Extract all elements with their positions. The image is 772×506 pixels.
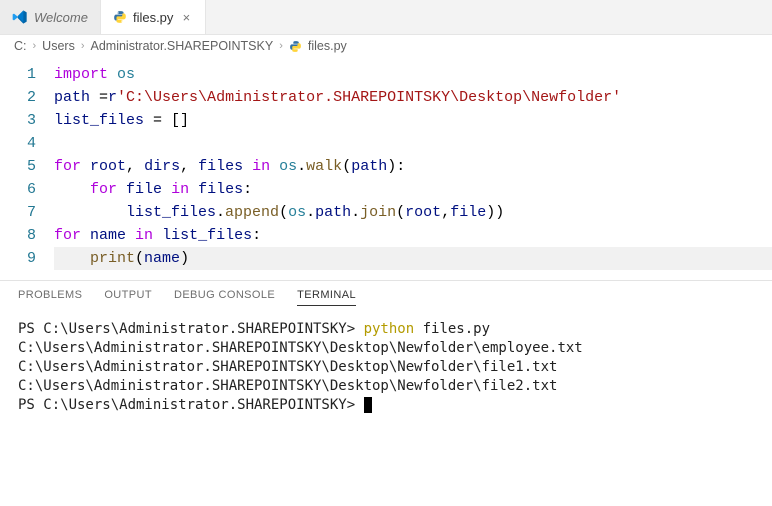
breadcrumb-file[interactable]: files.py xyxy=(308,39,347,53)
code-line[interactable] xyxy=(54,132,772,155)
line-number: 5 xyxy=(0,155,36,178)
panel-tab-bar: PROBLEMS OUTPUT DEBUG CONSOLE TERMINAL xyxy=(0,280,772,310)
chevron-right-icon: › xyxy=(81,40,85,52)
line-gutter: 123456789 xyxy=(0,63,54,270)
code-editor[interactable]: 123456789 import ospath =r'C:\Users\Admi… xyxy=(0,57,772,280)
code-area[interactable]: import ospath =r'C:\Users\Administrator.… xyxy=(54,63,772,270)
panel-tab-debug-console[interactable]: DEBUG CONSOLE xyxy=(174,289,275,306)
terminal-line: PS C:\Users\Administrator.SHAREPOINTSKY>… xyxy=(18,320,754,339)
panel-tab-problems[interactable]: PROBLEMS xyxy=(18,289,82,306)
line-number: 3 xyxy=(0,109,36,132)
vscode-icon xyxy=(12,9,28,25)
terminal-line: C:\Users\Administrator.SHAREPOINTSKY\Des… xyxy=(18,377,754,396)
code-line[interactable]: list_files = [] xyxy=(54,109,772,132)
terminal-line: C:\Users\Administrator.SHAREPOINTSKY\Des… xyxy=(18,358,754,377)
line-number: 4 xyxy=(0,132,36,155)
tab-welcome[interactable]: Welcome xyxy=(0,0,101,34)
line-number: 6 xyxy=(0,178,36,201)
terminal-line: PS C:\Users\Administrator.SHAREPOINTSKY> xyxy=(18,396,754,415)
code-line[interactable]: list_files.append(os.path.join(root,file… xyxy=(54,201,772,224)
tab-bar: Welcome files.py × xyxy=(0,0,772,35)
line-number: 8 xyxy=(0,224,36,247)
chevron-right-icon: › xyxy=(33,40,37,52)
close-icon[interactable]: × xyxy=(179,10,193,25)
code-line[interactable]: import os xyxy=(54,63,772,86)
terminal-line: C:\Users\Administrator.SHAREPOINTSKY\Des… xyxy=(18,339,754,358)
line-number: 1 xyxy=(0,63,36,86)
panel-tab-terminal[interactable]: TERMINAL xyxy=(297,289,356,306)
breadcrumb-segment[interactable]: Users xyxy=(42,39,75,53)
code-line[interactable]: print(name) xyxy=(54,247,772,270)
breadcrumb-segment[interactable]: Administrator.SHAREPOINTSKY xyxy=(91,39,274,53)
tab-label: files.py xyxy=(133,10,173,25)
terminal[interactable]: PS C:\Users\Administrator.SHAREPOINTSKY>… xyxy=(0,310,772,425)
python-icon xyxy=(289,40,302,53)
python-icon xyxy=(113,10,127,24)
chevron-right-icon: › xyxy=(279,40,283,52)
panel-tab-output[interactable]: OUTPUT xyxy=(104,289,152,306)
tab-files-py[interactable]: files.py × xyxy=(101,0,206,34)
code-line[interactable]: for name in list_files: xyxy=(54,224,772,247)
line-number: 7 xyxy=(0,201,36,224)
code-line[interactable]: path =r'C:\Users\Administrator.SHAREPOIN… xyxy=(54,86,772,109)
breadcrumb[interactable]: C: › Users › Administrator.SHAREPOINTSKY… xyxy=(0,35,772,57)
line-number: 9 xyxy=(0,247,36,270)
breadcrumb-segment[interactable]: C: xyxy=(14,39,27,53)
line-number: 2 xyxy=(0,86,36,109)
code-line[interactable]: for file in files: xyxy=(54,178,772,201)
terminal-cursor xyxy=(364,397,372,413)
code-line[interactable]: for root, dirs, files in os.walk(path): xyxy=(54,155,772,178)
tab-label: Welcome xyxy=(34,10,88,25)
